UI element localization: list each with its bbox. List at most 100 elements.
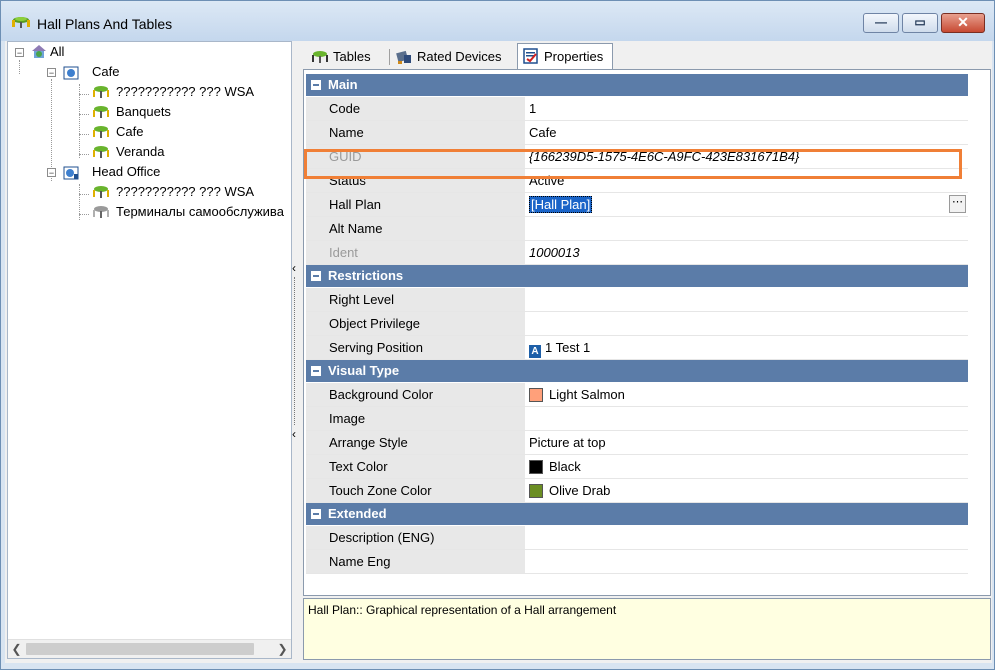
scroll-left-icon[interactable]: ❮ [8,640,25,658]
prop-name: Ident [306,241,525,264]
prop-name: Code [306,97,525,120]
prop-value[interactable]: A 1 Test 1 [529,336,968,359]
prop-name: Alt Name [306,217,525,240]
section-visual-type[interactable]: Visual Type [306,360,968,382]
collapse-left-icon[interactable]: ‹ [292,428,300,440]
tab-label: Properties [544,49,604,64]
tab-label: Rated Devices [417,49,502,64]
tree-node-veranda[interactable]: Veranda [8,142,288,162]
prop-row-right-level[interactable]: Right Level [306,288,968,312]
tree-node-wsa-1[interactable]: ??????????? ??? WSA [8,82,288,102]
tree-node-label: Head Office [92,164,161,179]
prop-value[interactable] [529,312,968,335]
panel-splitter[interactable]: ‹ ‹ [292,41,301,659]
prop-row-object-privilege[interactable]: Object Privilege [306,312,968,336]
maximize-icon: ▭ [914,15,926,29]
touch-zone-color-value: Olive Drab [549,483,611,498]
collapse-icon[interactable]: − [15,48,24,58]
prop-value[interactable]: Olive Drab [529,479,968,502]
tree-node-banquets[interactable]: Banquets [8,102,288,122]
prop-value[interactable]: Black [529,455,968,478]
tree-horizontal-scrollbar[interactable]: ❮ ❯ [8,639,291,658]
prop-value[interactable]: [Hall Plan] ⋯ [529,193,968,216]
section-title: Visual Type [328,363,400,378]
collapse-icon[interactable] [311,509,321,519]
maximize-button[interactable]: ▭ [902,13,938,33]
collapse-icon[interactable]: − [47,168,56,178]
prop-name: Background Color [306,383,525,406]
tree-node-self-service-terminals[interactable]: Терминалы самообслужива [8,202,291,222]
prop-row-image[interactable]: Image [306,407,968,431]
prop-value[interactable]: 1 [529,97,968,120]
prop-value[interactable] [529,550,968,573]
splitter-grip[interactable] [294,277,300,425]
color-swatch [529,460,543,474]
section-main[interactable]: Main [306,74,968,96]
collapse-icon[interactable] [311,366,321,376]
close-button[interactable]: ✕ [941,13,985,33]
scrollbar-thumb[interactable] [26,643,254,655]
window-title: Hall Plans And Tables [37,16,173,32]
collapse-icon[interactable] [311,80,321,90]
section-title: Main [328,77,358,92]
prop-value[interactable] [529,407,968,430]
minimize-button[interactable]: — [863,13,899,33]
prop-value[interactable]: Active [529,169,968,192]
tree-node-cafe[interactable]: Cafe [8,122,288,142]
devices-icon [396,50,411,64]
ellipsis-button[interactable]: ⋯ [949,195,966,213]
prop-row-name-eng[interactable]: Name Eng [306,550,968,574]
scroll-right-icon[interactable]: ❯ [274,640,291,658]
title-bar[interactable]: Hall Plans And Tables — ▭ ✕ [1,1,994,41]
tab-strip: Tables Rated Devices Properties [303,43,989,71]
tab-rated-devices[interactable]: Rated Devices [391,45,515,69]
tree-node-cafe-group[interactable]: − Cafe [8,62,288,82]
prop-row-arrange-style[interactable]: Arrange Style Picture at top [306,431,968,455]
prop-value[interactable] [529,288,968,311]
prop-row-status[interactable]: Status Active [306,169,968,193]
prop-row-hall-plan[interactable]: Hall Plan [Hall Plan] ⋯ [306,193,968,217]
prop-row-serving-position[interactable]: Serving Position A 1 Test 1 [306,336,968,360]
color-swatch [529,388,543,402]
minimize-icon: — [875,15,887,29]
prop-row-guid[interactable]: GUID {166239D5-1575-4E6C-A9FC-423E831671… [306,145,968,169]
hall-tree[interactable]: − All − Cafe ??????????? ??? WSA Banquet… [7,41,292,659]
prop-value[interactable] [529,526,968,549]
collapse-icon[interactable]: − [47,68,56,78]
prop-row-touch-zone-color[interactable]: Touch Zone Color Olive Drab [306,479,968,503]
tree-node-head-office[interactable]: − Head Office [8,162,288,182]
tab-properties[interactable]: Properties [517,43,613,71]
section-title: Restrictions [328,268,404,283]
tree-node-wsa-2[interactable]: ??????????? ??? WSA [8,182,288,202]
tree-node-label: Veranda [116,144,165,159]
building-icon [63,66,79,80]
section-restrictions[interactable]: Restrictions [306,265,968,287]
tree-node-all[interactable]: − All [8,42,288,62]
prop-name: Arrange Style [306,431,525,454]
prop-value[interactable]: Cafe [529,121,968,144]
prop-row-description-eng[interactable]: Description (ENG) [306,526,968,550]
prop-name: Image [306,407,525,430]
property-grid[interactable]: Main Code 1 Name Cafe GUID {166239D5-157… [303,69,991,596]
collapse-left-icon[interactable]: ‹ [292,262,300,274]
prop-row-ident[interactable]: Ident 1000013 [306,241,968,265]
prop-value[interactable] [529,217,968,240]
prop-row-code[interactable]: Code 1 [306,97,968,121]
table-icon [93,146,109,158]
tree-node-label: All [50,44,65,59]
tab-tables[interactable]: Tables [307,45,387,69]
prop-value[interactable]: Light Salmon [529,383,968,406]
tree-node-label: ??????????? ??? WSA [116,184,255,199]
section-extended[interactable]: Extended [306,503,968,525]
prop-row-background-color[interactable]: Background Color Light Salmon [306,383,968,407]
prop-row-name[interactable]: Name Cafe [306,121,968,145]
prop-value[interactable]: Picture at top [529,431,968,454]
prop-name: Serving Position [306,336,525,359]
prop-row-alt-name[interactable]: Alt Name [306,217,968,241]
hall-plan-value[interactable]: [Hall Plan] [529,196,593,213]
tree-node-label: Cafe [92,64,120,79]
section-title: Extended [328,506,387,521]
collapse-icon[interactable] [311,271,321,281]
prop-row-text-color[interactable]: Text Color Black [306,455,968,479]
tree-node-label: Терминалы самообслужива [116,204,284,219]
